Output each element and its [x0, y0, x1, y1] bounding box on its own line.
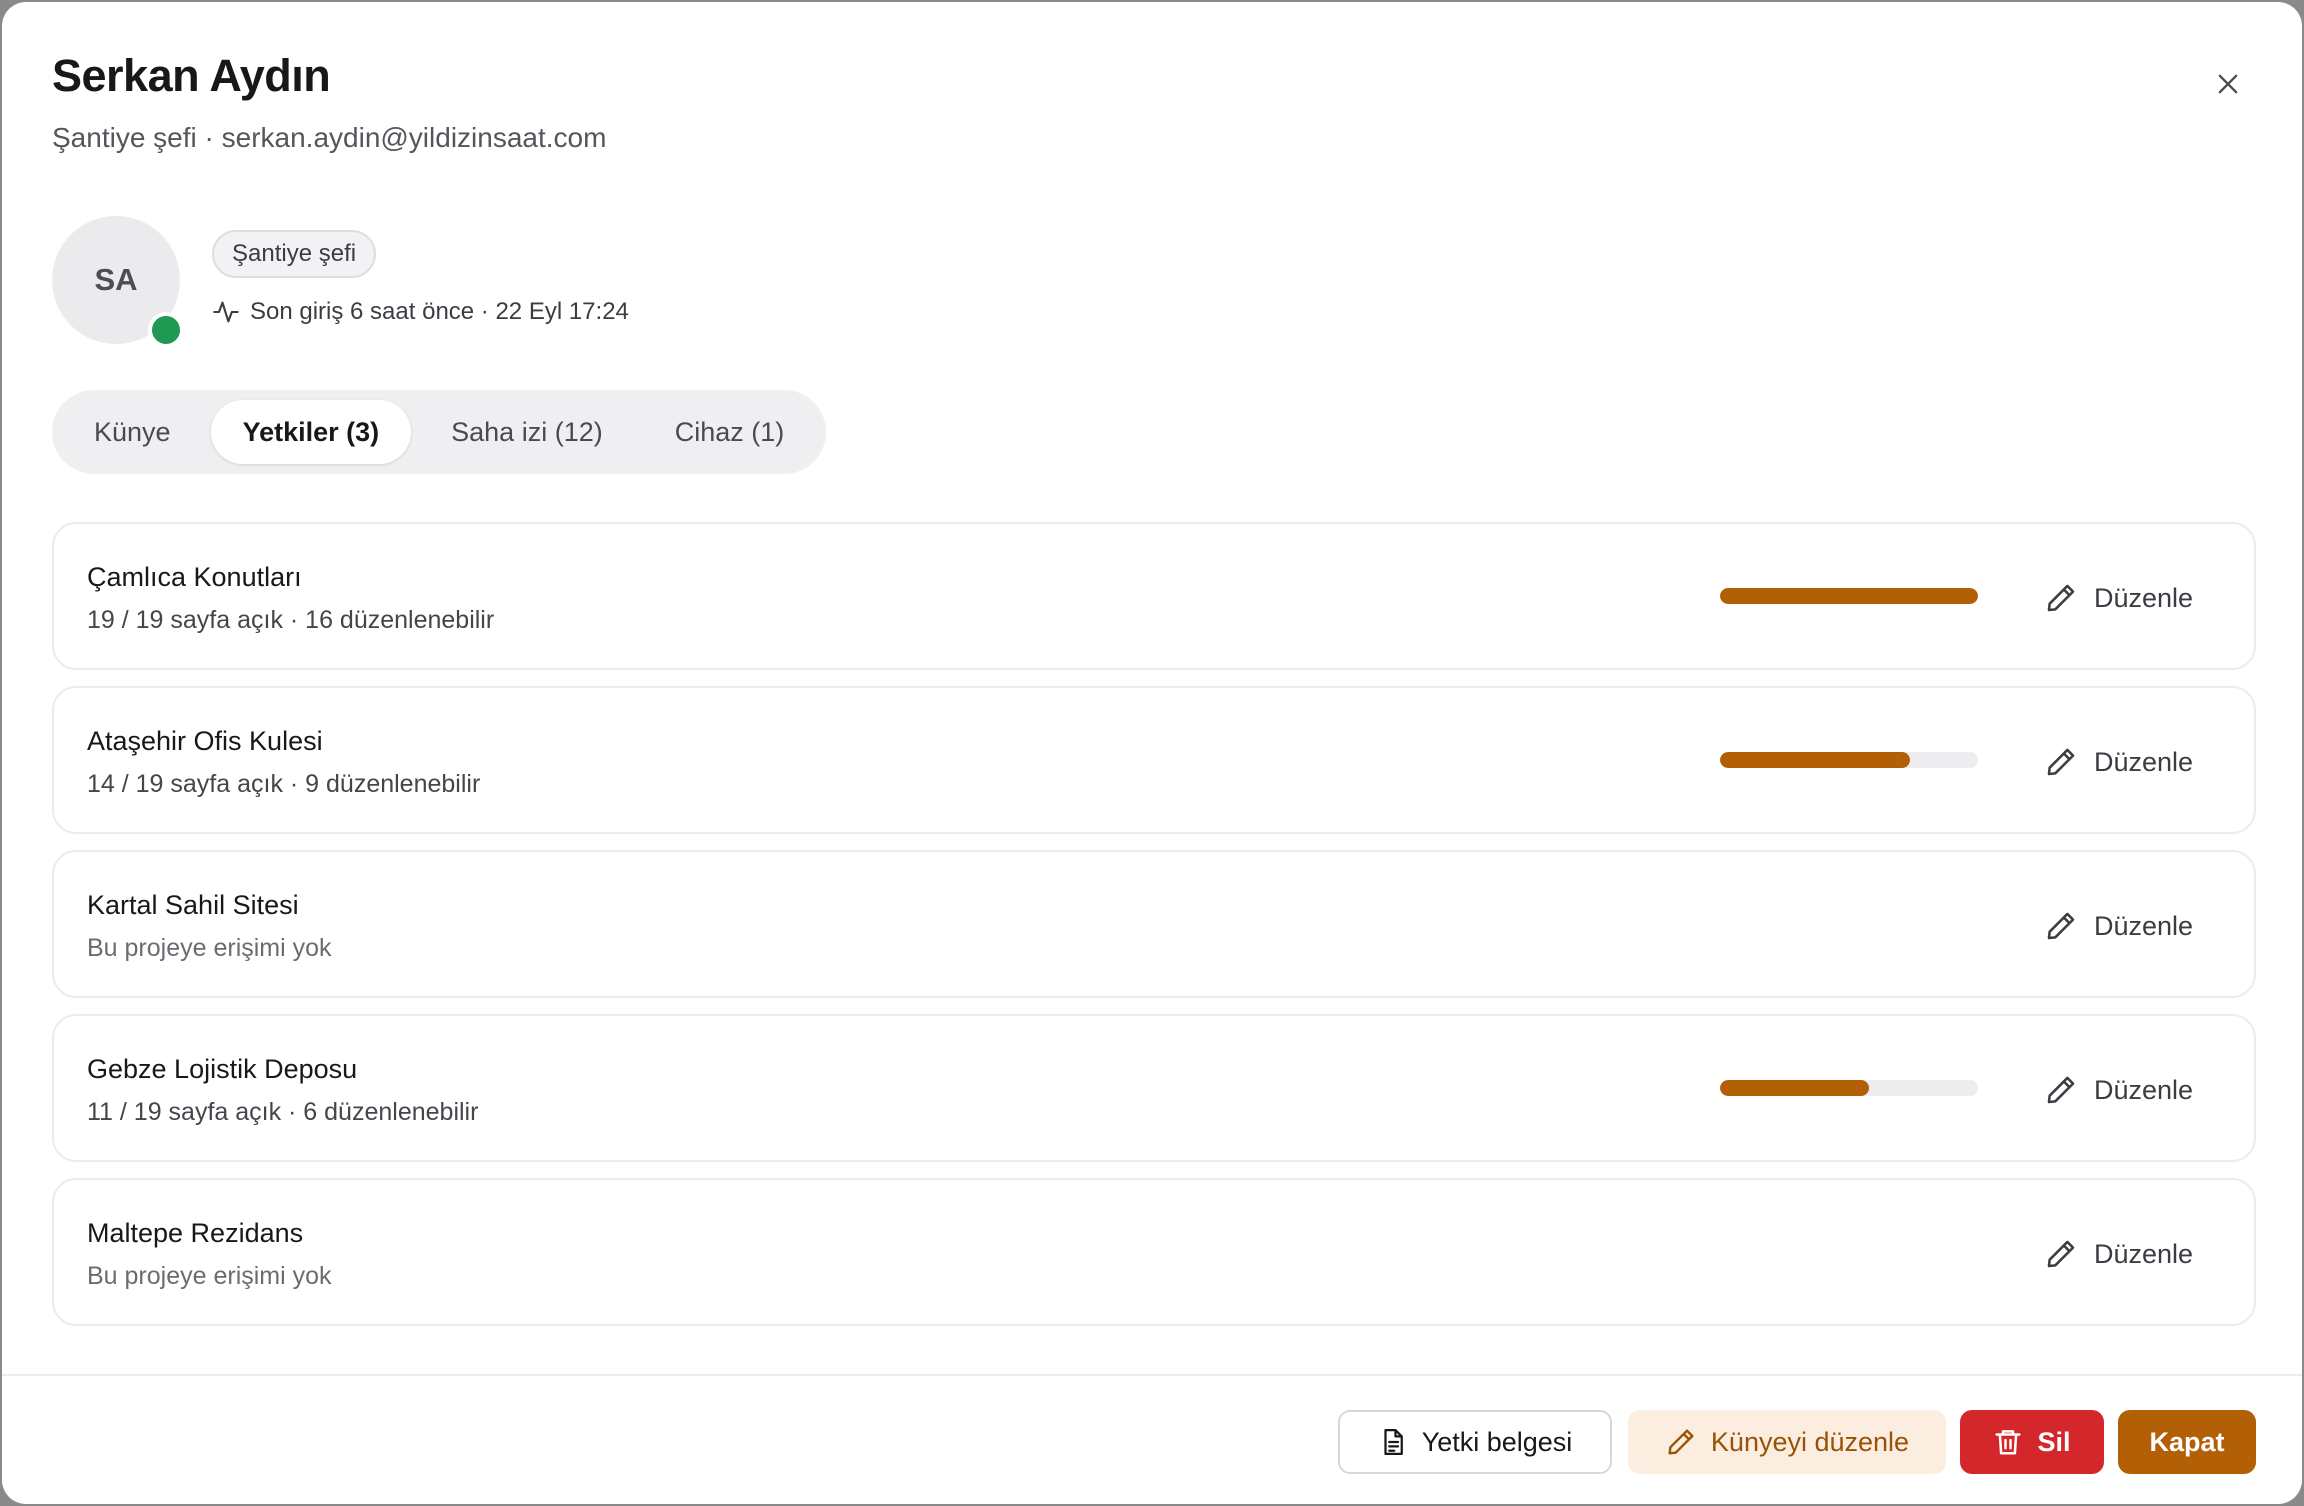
last-login-text: Son giriş 6 saat önce · 22 Eyl 17:24: [250, 298, 629, 325]
edit-profile-label: Künyeyi düzenle: [1710, 1426, 1910, 1457]
modal-header: Serkan Aydın Şantiye şefi · serkan.aydin…: [52, 50, 606, 154]
tab-bar: Künye Yetkiler (3) Saha izi (12) Cihaz (…: [52, 390, 827, 474]
access-progress-fill: [1720, 1080, 1870, 1096]
edit-permission-label: Düzenle: [2094, 746, 2194, 777]
pencil-icon: [2044, 909, 2078, 943]
tab-cihaz[interactable]: Cihaz (1): [643, 400, 817, 464]
user-name: Serkan Aydın: [52, 50, 331, 101]
permission-card: Çamlıca Konutları 19 / 19 sayfa açık · 1…: [52, 522, 2256, 670]
avatar-initials: SA: [94, 262, 138, 297]
online-status-dot: [148, 312, 184, 348]
tab-yetkiler[interactable]: Yetkiler (3): [210, 400, 412, 464]
trash-icon: [1993, 1427, 2023, 1457]
permission-card: Ataşehir Ofis Kulesi 14 / 19 sayfa açık …: [52, 686, 2256, 834]
close-modal-button[interactable]: Kapat: [2118, 1410, 2256, 1474]
permission-card: Kartal Sahil Sitesi Bu projeye erişimi y…: [52, 850, 2256, 998]
pencil-icon: [2044, 581, 2078, 615]
last-login: Son giriş 6 saat önce · 22 Eyl 17:24: [212, 298, 629, 326]
edit-permission-label: Düzenle: [2094, 1074, 2194, 1105]
close-modal-label: Kapat: [2149, 1426, 2225, 1457]
project-name: Ataşehir Ofis Kulesi: [87, 726, 323, 756]
access-progress-fill: [1720, 588, 1978, 604]
close-icon: [2214, 70, 2242, 98]
project-access-meta: Bu projeye erişimi yok: [87, 1262, 332, 1290]
user-detail-modal: Serkan Aydın Şantiye şefi · serkan.aydin…: [2, 2, 2302, 1504]
tab-saha-izi[interactable]: Saha izi (12): [419, 400, 635, 464]
project-name: Gebze Lojistik Deposu: [87, 1054, 358, 1084]
pencil-icon: [1665, 1426, 1697, 1458]
project-access-meta: 11 / 19 sayfa açık · 6 düzenlenebilir: [87, 1098, 479, 1126]
delete-button[interactable]: Sil: [1960, 1410, 2104, 1474]
permission-document-button[interactable]: Yetki belgesi: [1338, 1410, 1612, 1474]
project-name: Kartal Sahil Sitesi: [87, 890, 299, 920]
permission-card: Maltepe Rezidans Bu projeye erişimi yok …: [52, 1178, 2256, 1326]
close-button[interactable]: [2204, 60, 2252, 108]
access-progress-bar: [1720, 752, 1978, 768]
edit-permission-button[interactable]: Düzenle: [2040, 1064, 2197, 1116]
role-badge: Şantiye şefi: [212, 230, 377, 278]
edit-permission-button[interactable]: Düzenle: [2040, 900, 2197, 952]
permission-card: Gebze Lojistik Deposu 11 / 19 sayfa açık…: [52, 1014, 2256, 1162]
edit-permission-button[interactable]: Düzenle: [2040, 572, 2197, 624]
access-progress-bar: [1720, 1080, 1978, 1096]
edit-permission-button[interactable]: Düzenle: [2040, 1228, 2197, 1280]
document-icon: [1378, 1427, 1408, 1457]
permission-document-label: Yetki belgesi: [1421, 1426, 1573, 1457]
pencil-icon: [2044, 1073, 2078, 1107]
modal-footer: Yetki belgesi Künyeyi düzenle Sil Kapat: [2, 1374, 2302, 1504]
pencil-icon: [2044, 745, 2078, 779]
pencil-icon: [2044, 1237, 2078, 1271]
user-subtitle: Şantiye şefi · serkan.aydin@yildizinsaat…: [52, 122, 607, 153]
access-progress-bar: [1720, 588, 1978, 604]
project-access-meta: 14 / 19 sayfa açık · 9 düzenlenebilir: [87, 770, 481, 798]
profile-summary: SA Şantiye şefi Son giriş 6 saat önce · …: [52, 216, 952, 356]
edit-profile-button[interactable]: Künyeyi düzenle: [1628, 1410, 1946, 1474]
activity-icon: [212, 298, 240, 326]
tab-kunye[interactable]: Künye: [62, 400, 203, 464]
project-access-meta: Bu projeye erişimi yok: [87, 934, 332, 962]
access-progress-fill: [1720, 752, 1911, 768]
edit-permission-label: Düzenle: [2094, 582, 2194, 613]
delete-label: Sil: [2037, 1426, 2071, 1457]
edit-permission-label: Düzenle: [2094, 910, 2194, 941]
project-name: Maltepe Rezidans: [87, 1218, 304, 1248]
permission-list: Çamlıca Konutları 19 / 19 sayfa açık · 1…: [52, 522, 2256, 1342]
edit-permission-button[interactable]: Düzenle: [2040, 736, 2197, 788]
project-name: Çamlıca Konutları: [87, 562, 302, 592]
edit-permission-label: Düzenle: [2094, 1238, 2194, 1269]
project-access-meta: 19 / 19 sayfa açık · 16 düzenlenebilir: [87, 606, 495, 634]
